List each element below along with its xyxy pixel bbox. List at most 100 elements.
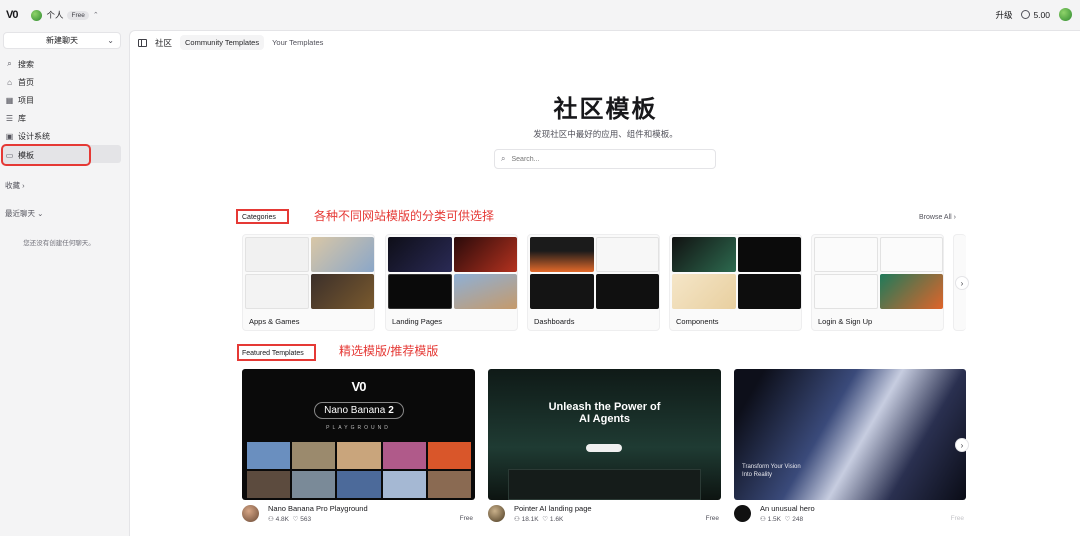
top-bar: V0 个人 Free ⌃ 升级 5.00 xyxy=(0,0,1080,30)
template-title[interactable]: Nano Banana Pro Playground xyxy=(268,504,368,513)
thumb-title: Unleash the Power of AI Agents xyxy=(548,401,661,425)
likes-count: 248 xyxy=(792,516,804,523)
new-chat-button[interactable]: 新建聊天 ⌄ xyxy=(3,32,121,49)
featured-card-unusual-hero[interactable]: Transform Your Vision Into Reality xyxy=(734,369,966,500)
search-icon: ⌕ xyxy=(501,154,506,163)
list-icon: ☰ xyxy=(5,114,14,124)
heart-icon: ♡ xyxy=(542,516,549,523)
likes-count: 563 xyxy=(300,516,312,523)
tab-community-templates[interactable]: Community Templates xyxy=(180,35,265,50)
sidebar-item-projects[interactable]: ▦ 项目 xyxy=(3,91,121,109)
new-chat-label: 新建聊天 xyxy=(46,36,78,45)
workspace-name: 个人 xyxy=(46,10,64,20)
views-count: 18.1K xyxy=(521,516,539,523)
browse-all-link[interactable]: Browse All › xyxy=(919,214,956,221)
price-label: Free xyxy=(950,515,964,522)
credits-value: 5.00 xyxy=(1033,9,1050,20)
thumb-title-num: 2 xyxy=(388,405,394,416)
thumb-title-text: Nano Banana xyxy=(324,405,386,416)
users-icon: ⚇ xyxy=(268,516,274,523)
favorites-label: 收藏 xyxy=(5,181,20,190)
heart-icon: ♡ xyxy=(784,516,791,523)
search-icon: ⌕ xyxy=(7,59,12,69)
page-subtitle: 发现社区中最好的应用、组件和模板。 xyxy=(533,129,678,139)
template-title[interactable]: Pointer AI landing page xyxy=(514,504,592,513)
sidebar-item-label: 搜索 xyxy=(18,59,34,69)
sidebar-item-home[interactable]: ⌂ 首页 xyxy=(3,73,121,91)
plan-badge: Free xyxy=(67,10,89,20)
thumb-gallery xyxy=(247,442,471,498)
template-title[interactable]: An unusual hero xyxy=(760,504,815,513)
author-avatar[interactable] xyxy=(488,505,505,522)
page-title: 社区模板 xyxy=(553,96,658,123)
design-system-icon: ▣ xyxy=(5,132,14,142)
featured-meta: Nano Banana Pro Playground ⚇ 4.8K ♡ 563 … xyxy=(242,502,475,524)
views-count: 1.5K xyxy=(767,516,782,523)
featured-heading: Featured Templates xyxy=(242,350,304,357)
sidebar-item-label: 首页 xyxy=(18,77,34,87)
featured-card-pointer-ai[interactable]: Unleash the Power of AI Agents xyxy=(488,369,721,500)
sidebar: 新建聊天 ⌄ ⌕ 搜索 ⌂ 首页 ▦ 项目 ☰ 库 ▣ 设计系统 ▭ 模板 收藏 xyxy=(0,30,128,536)
credits-display[interactable]: 5.00 xyxy=(1021,10,1050,20)
category-label: Landing Pages xyxy=(392,317,443,326)
chevron-right-icon[interactable]: › xyxy=(955,276,969,290)
category-label: Dashboards xyxy=(534,317,575,326)
sidebar-item-design-system[interactable]: ▣ 设计系统 xyxy=(3,128,121,146)
favorites-section[interactable]: 收藏 › xyxy=(5,180,25,191)
chevron-updown-icon: ⌃ xyxy=(92,12,99,19)
thumb-preview xyxy=(508,469,701,500)
chevron-right-icon: › xyxy=(22,181,25,190)
recent-chats-section[interactable]: 最近聊天 ⌄ xyxy=(5,208,43,219)
search-box[interactable]: ⌕ xyxy=(494,149,716,169)
breadcrumb[interactable]: 社区 xyxy=(155,37,172,49)
workspace-switcher[interactable]: 个人 Free ⌃ xyxy=(31,9,99,21)
credits-icon xyxy=(1021,10,1031,19)
upgrade-button[interactable]: 升级 xyxy=(995,9,1012,21)
home-icon: ⌂ xyxy=(7,77,12,87)
sidebar-item-label: 库 xyxy=(18,114,26,124)
tab-bar: 社区 Community Templates Your Templates xyxy=(138,35,323,50)
chevron-down-icon: ⌄ xyxy=(37,209,44,218)
sidebar-item-label: 项目 xyxy=(18,95,34,105)
category-card-components[interactable]: Components xyxy=(669,234,802,331)
sidebar-item-search[interactable]: ⌕ 搜索 xyxy=(3,55,121,73)
category-card-landing-pages[interactable]: Landing Pages xyxy=(385,234,518,331)
chevron-right-icon[interactable]: › xyxy=(955,438,969,452)
featured-meta: Pointer AI landing page ⚇ 18.1K ♡ 1.6K F… xyxy=(488,502,721,524)
template-stats: ⚇ 4.8K ♡ 563 xyxy=(268,515,311,523)
category-card-dashboards[interactable]: Dashboards xyxy=(527,234,660,331)
template-icon: ▭ xyxy=(5,150,14,160)
v0-logo[interactable]: V0 xyxy=(6,9,19,21)
category-label: Login & Sign Up xyxy=(818,317,873,326)
thumb-cta xyxy=(586,444,622,452)
price-label: Free xyxy=(459,515,473,522)
tab-your-templates[interactable]: Your Templates xyxy=(272,38,323,47)
author-avatar[interactable] xyxy=(734,505,751,522)
sidebar-item-label: 设计系统 xyxy=(18,132,50,142)
workspace-avatar xyxy=(31,9,43,21)
sidebar-toggle-icon[interactable] xyxy=(138,38,147,47)
featured-card-nano-banana[interactable]: V0 Nano Banana 2 PLAYGROUND xyxy=(242,369,475,500)
thumb-logo: V0 xyxy=(351,379,367,394)
template-stats: ⚇ 1.5K ♡ 248 xyxy=(760,515,803,523)
category-card-login[interactable]: Login & Sign Up xyxy=(811,234,944,331)
sidebar-item-templates[interactable]: ▭ 模板 xyxy=(1,143,91,167)
browse-all-label: Browse All xyxy=(919,214,952,221)
price-label: Free xyxy=(705,515,719,522)
author-avatar[interactable] xyxy=(242,505,259,522)
search-input[interactable] xyxy=(511,155,702,163)
users-icon: ⚇ xyxy=(760,516,766,523)
sidebar-item-label: 模板 xyxy=(18,150,34,160)
categories-heading: Categories xyxy=(242,214,276,221)
user-avatar[interactable] xyxy=(1059,8,1072,21)
empty-chats-text: 您还没有创建任何聊天。 xyxy=(23,240,95,247)
chevron-down-icon[interactable]: ⌄ xyxy=(107,36,114,45)
grid-icon: ▦ xyxy=(5,95,14,105)
thumb-title: Nano Banana 2 xyxy=(314,402,404,419)
heart-icon: ♡ xyxy=(292,516,299,523)
category-card-apps[interactable]: Apps & Games xyxy=(242,234,375,331)
thumb-subtitle: PLAYGROUND xyxy=(326,425,391,431)
category-label: Components xyxy=(676,317,719,326)
template-stats: ⚇ 18.1K ♡ 1.6K xyxy=(514,515,563,523)
sidebar-item-library[interactable]: ☰ 库 xyxy=(3,110,121,128)
